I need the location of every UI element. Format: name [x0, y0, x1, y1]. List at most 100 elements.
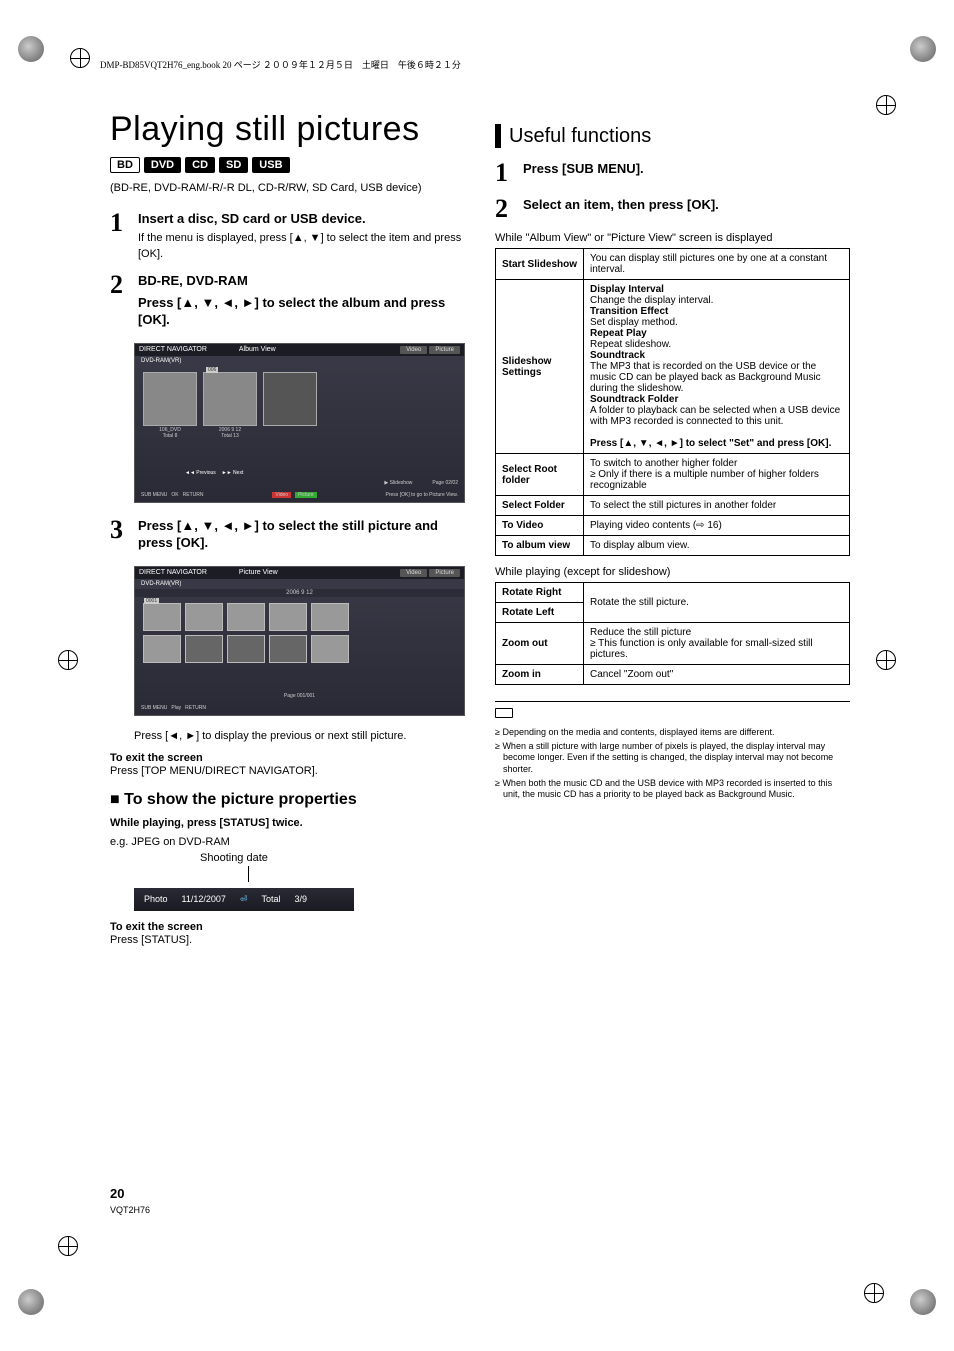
source-label: DVD-RAM(VR) [135, 579, 464, 589]
compatible-media-note: (BD-RE, DVD-RAM/-R/-R DL, CD-R/RW, SD Ca… [110, 181, 465, 196]
badge-cd: CD [185, 157, 215, 173]
thumbnail [269, 603, 307, 631]
row-body: To select the still pictures in another … [584, 496, 850, 516]
properties-eg: e.g. JPEG on DVD-RAM [110, 835, 465, 850]
step-1-heading: Insert a disc, SD card or USB device. [138, 210, 465, 228]
thumb-badge: 0001 [144, 598, 159, 604]
table-row: Select FolderTo select the still picture… [496, 496, 850, 516]
row-body: Display IntervalChange the display inter… [584, 280, 850, 454]
properties-bar: Photo 11/12/2007 ⏎ Total 3/9 [134, 888, 354, 911]
page-title: Playing still pictures [110, 110, 465, 149]
uf-step-2: 2 Select an item, then press [OK]. [495, 196, 850, 222]
album-tile-empty [263, 372, 317, 426]
page-indicator: Page 001/001 [284, 693, 315, 699]
step-2: 2 BD-RE, DVD-RAM Press [▲, ▼, ◄, ►] to s… [110, 272, 465, 333]
table-row: Start SlideshowYou can display still pic… [496, 249, 850, 280]
row-label: Select Root folder [496, 454, 584, 496]
heading-text: Useful functions [509, 125, 651, 148]
footnote-line: ≥ When a still picture with large number… [495, 741, 850, 776]
row-label: Zoom out [496, 623, 584, 665]
video-button: Video [272, 492, 291, 498]
page-code: VQT2H76 [110, 1205, 150, 1215]
ok-label: OK [171, 492, 178, 498]
hint-text: Press [OK] to go to Picture View. [386, 492, 458, 498]
date-band: 2006 9 12 [135, 589, 464, 597]
table1-caption: While "Album View" or "Picture View" scr… [495, 232, 850, 244]
left-column: Playing still pictures BD DVD CD SD USB … [110, 110, 465, 948]
pointer-label: Shooting date [200, 851, 465, 866]
row-body: Reduce the still picture≥ This function … [584, 623, 850, 665]
return-label: RETURN [183, 492, 204, 498]
page-indicator: Page 02/02 [432, 480, 458, 486]
registration-mark [864, 1283, 884, 1303]
exit-label: To exit the screen [110, 752, 465, 764]
row-label: Zoom in [496, 665, 584, 685]
row-label: Select Folder [496, 496, 584, 516]
row-label: Start Slideshow [496, 249, 584, 280]
thumbnail [227, 635, 265, 663]
step-number: 1 [110, 210, 130, 262]
table-row: Zoom inCancel "Zoom out" [496, 665, 850, 685]
thumbnail [185, 635, 223, 663]
step-3-heading: Press [▲, ▼, ◄, ►] to select the still p… [138, 517, 465, 552]
page-number: 20 [110, 1186, 124, 1201]
tab-video: Video [400, 346, 427, 354]
row-body: You can display still pictures one by on… [584, 249, 850, 280]
thumbnail [311, 603, 349, 631]
pointer-line [248, 866, 465, 882]
row-body: To display album view. [584, 536, 850, 556]
play-label: Play [171, 705, 181, 711]
step-number: 1 [495, 160, 515, 186]
row-body: To switch to another higher folder≥ Only… [584, 454, 850, 496]
step-1: 1 Insert a disc, SD card or USB device. … [110, 210, 465, 262]
view-mode: Picture View [239, 569, 278, 576]
step-2-heading: Press [▲, ▼, ◄, ►] to select the album a… [138, 294, 465, 329]
total-label: Total [261, 894, 280, 905]
media-badges: BD DVD CD SD USB [110, 157, 465, 173]
submenu-table-2: Rotate RightRotate the still picture.Rot… [495, 582, 850, 685]
tab-picture: Picture [429, 569, 460, 577]
step-3-note: Press [◄, ►] to display the previous or … [134, 730, 465, 742]
row-label: Slideshow Settings [496, 280, 584, 454]
divider [495, 701, 850, 702]
registration-mark [876, 95, 896, 115]
registration-mark [70, 48, 90, 68]
registration-mark [58, 1236, 78, 1256]
row-body: Playing video contents (⇨ 16) [584, 516, 850, 536]
book-header-line: DMP-BD85VQT2H76_eng.book 20 ページ ２００９年１２月… [100, 58, 461, 71]
table-row: To VideoPlaying video contents (⇨ 16) [496, 516, 850, 536]
photo-date: 11/12/2007 [182, 894, 226, 905]
next-button: ►► Next [222, 470, 244, 476]
album-view-screenshot: DIRECT NAVIGATOR Album View Video Pictur… [134, 343, 465, 503]
registration-mark [58, 650, 78, 670]
print-blob [910, 36, 936, 62]
thumbnail [227, 603, 265, 631]
table-row: To album viewTo display album view. [496, 536, 850, 556]
uf-step-1: 1 Press [SUB MENU]. [495, 160, 850, 186]
album-tile-2: 006 2006 9 12 Total 13 [203, 372, 257, 426]
submenu-table-1: Start SlideshowYou can display still pic… [495, 248, 850, 556]
tile-count: Total 8 [144, 433, 196, 439]
exit-body: Press [TOP MENU/DIRECT NAVIGATOR]. [110, 764, 465, 779]
note-icon [495, 708, 513, 718]
nav-title: DIRECT NAVIGATOR [139, 346, 207, 353]
table2-caption: While playing (except for slideshow) [495, 566, 850, 578]
exit-label-2: To exit the screen [110, 921, 465, 933]
print-blob [910, 1289, 936, 1315]
table-row: Rotate RightRotate the still picture. [496, 583, 850, 603]
badge-bd: BD [110, 157, 140, 173]
badge-sd: SD [219, 157, 248, 173]
uf-step-1-text: Press [SUB MENU]. [523, 160, 850, 178]
row-label: To Video [496, 516, 584, 536]
thumbnail [269, 635, 307, 663]
tab-video: Video [400, 569, 427, 577]
footnote-line: ≥ When both the music CD and the USB dev… [495, 778, 850, 801]
useful-functions-heading: Useful functions [495, 124, 850, 148]
row-body: Rotate the still picture. [584, 583, 850, 623]
table-row: Select Root folderTo switch to another h… [496, 454, 850, 496]
heading-bar-icon [495, 124, 501, 148]
source-label: DVD-RAM(VR) [135, 356, 464, 366]
tile-count: Total 13 [204, 433, 256, 439]
step-number: 2 [110, 272, 130, 333]
row-label: Rotate Right [496, 583, 584, 603]
